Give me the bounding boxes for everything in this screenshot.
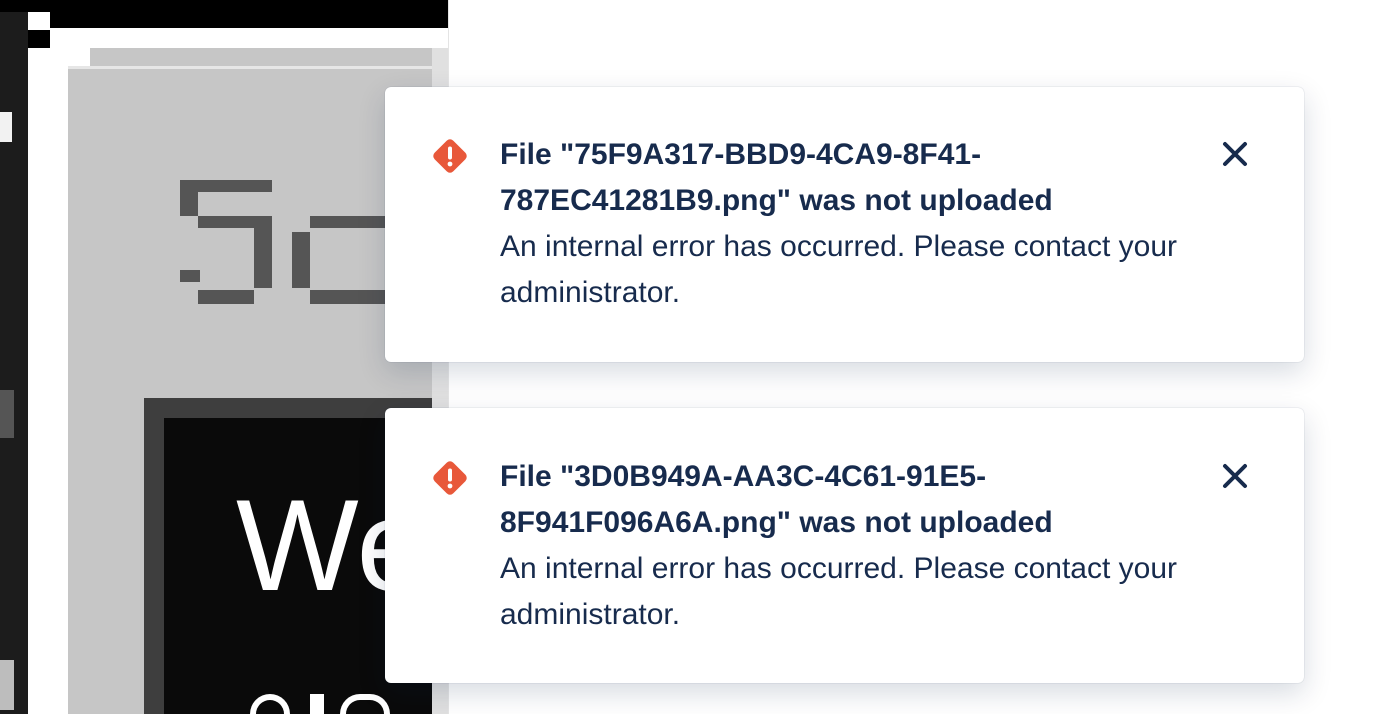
close-button[interactable] (1215, 134, 1255, 174)
image-preview: We (0, 0, 449, 714)
close-icon (1223, 142, 1247, 166)
toast-title: File "75F9A317-BBD9-4CA9-8F41-787EC41281… (500, 138, 1053, 217)
toast-message: An internal error has occurred. Please c… (500, 230, 1178, 309)
toast-content: File "75F9A317-BBD9-4CA9-8F41-787EC41281… (500, 132, 1200, 316)
close-button[interactable] (1215, 456, 1255, 496)
toast-message: An internal error has occurred. Please c… (500, 552, 1178, 631)
error-icon (432, 460, 468, 496)
toast-title: File "3D0B949A-AA3C-4C61-91E5-8F941F096A… (500, 460, 1053, 539)
toast-content: File "3D0B949A-AA3C-4C61-91E5-8F941F096A… (500, 454, 1200, 638)
error-icon (432, 138, 468, 174)
close-icon (1223, 464, 1247, 488)
screen: We File "75F9A317-BBD9-4CA9-8F41-787EC41… (0, 0, 1374, 714)
